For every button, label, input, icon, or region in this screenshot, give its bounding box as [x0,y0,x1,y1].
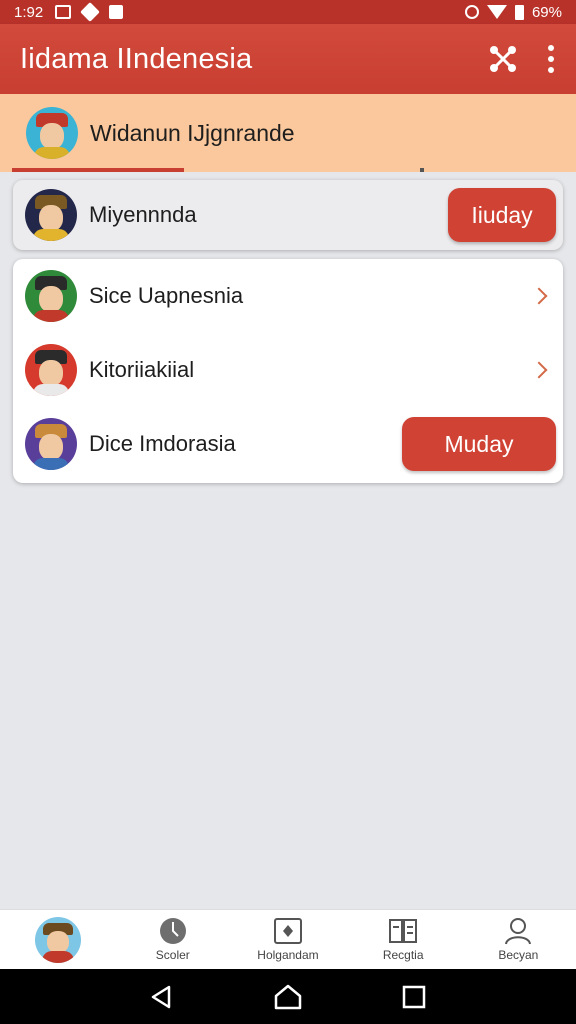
list-item[interactable]: Dice Imdorasia Muday [25,409,556,479]
nav-item-recgtia[interactable]: Recgtia [346,910,461,969]
notification-icon [55,5,72,19]
avatar [25,418,77,470]
list-item-action-button[interactable]: Muday [402,417,556,471]
user-header[interactable]: Widanun IJjgnrande [0,94,576,172]
nav-label: Scoler [155,948,190,962]
nav-item-becyan[interactable]: Becyan [461,910,576,969]
nav-item-scoler[interactable]: Scoler [115,910,230,969]
back-icon[interactable] [149,984,175,1010]
divider-tick [420,168,424,172]
list-item-label: Kitoriiakiial [89,357,195,382]
nav-item-profile[interactable] [0,910,115,969]
avatar [25,270,77,322]
featured-card[interactable]: Miyennnda Iiuday [13,180,563,250]
tab-indicator [12,168,184,172]
book-icon [389,919,418,943]
avatar-icon [34,916,81,963]
badge-icon [159,918,186,944]
chevron-right-icon[interactable] [530,361,548,379]
recents-icon[interactable] [401,984,427,1010]
app-bar: Iidama IIndenesia [0,24,576,94]
location-icon [80,2,101,22]
featured-action-button[interactable]: Iiuday [448,188,556,242]
nav-label: Holgandam [257,948,319,962]
share-icon[interactable] [488,44,518,74]
status-bar: 1:92 69% [0,0,576,24]
user-name: Widanun IJjgnrande [90,119,295,146]
contact-list: Sice Uapnesnia Kitoriiakiial Dice Imdora… [13,259,563,483]
more-options-icon[interactable] [548,45,554,73]
list-item[interactable]: Kitoriiakiial [25,335,551,405]
system-navigation-bar [0,969,576,1024]
status-time: 1:92 [14,3,44,21]
nav-label: Recgtia [382,948,424,962]
avatar [26,107,78,159]
person-icon [505,918,532,945]
card-icon [273,918,302,944]
featured-name: Miyennnda [89,202,197,227]
battery-level: 69% [531,3,562,21]
chevron-right-icon[interactable] [530,287,548,305]
wifi-icon [486,5,507,19]
avatar [25,189,77,241]
home-icon[interactable] [273,983,303,1011]
alarm-icon [464,5,479,19]
nav-item-holgandam[interactable]: Holgandam [230,910,345,969]
page-title: Iidama IIndenesia [20,42,253,75]
battery-icon [514,4,524,20]
avatar [25,344,77,396]
app-notification-icon [109,5,124,19]
list-item-label: Sice Uapnesnia [89,283,244,308]
nav-label: Becyan [498,948,539,962]
list-item[interactable]: Sice Uapnesnia [25,261,551,331]
list-item-label: Dice Imdorasia [89,431,236,456]
bottom-navigation: Scoler Holgandam Recgtia Becyan [0,909,576,969]
